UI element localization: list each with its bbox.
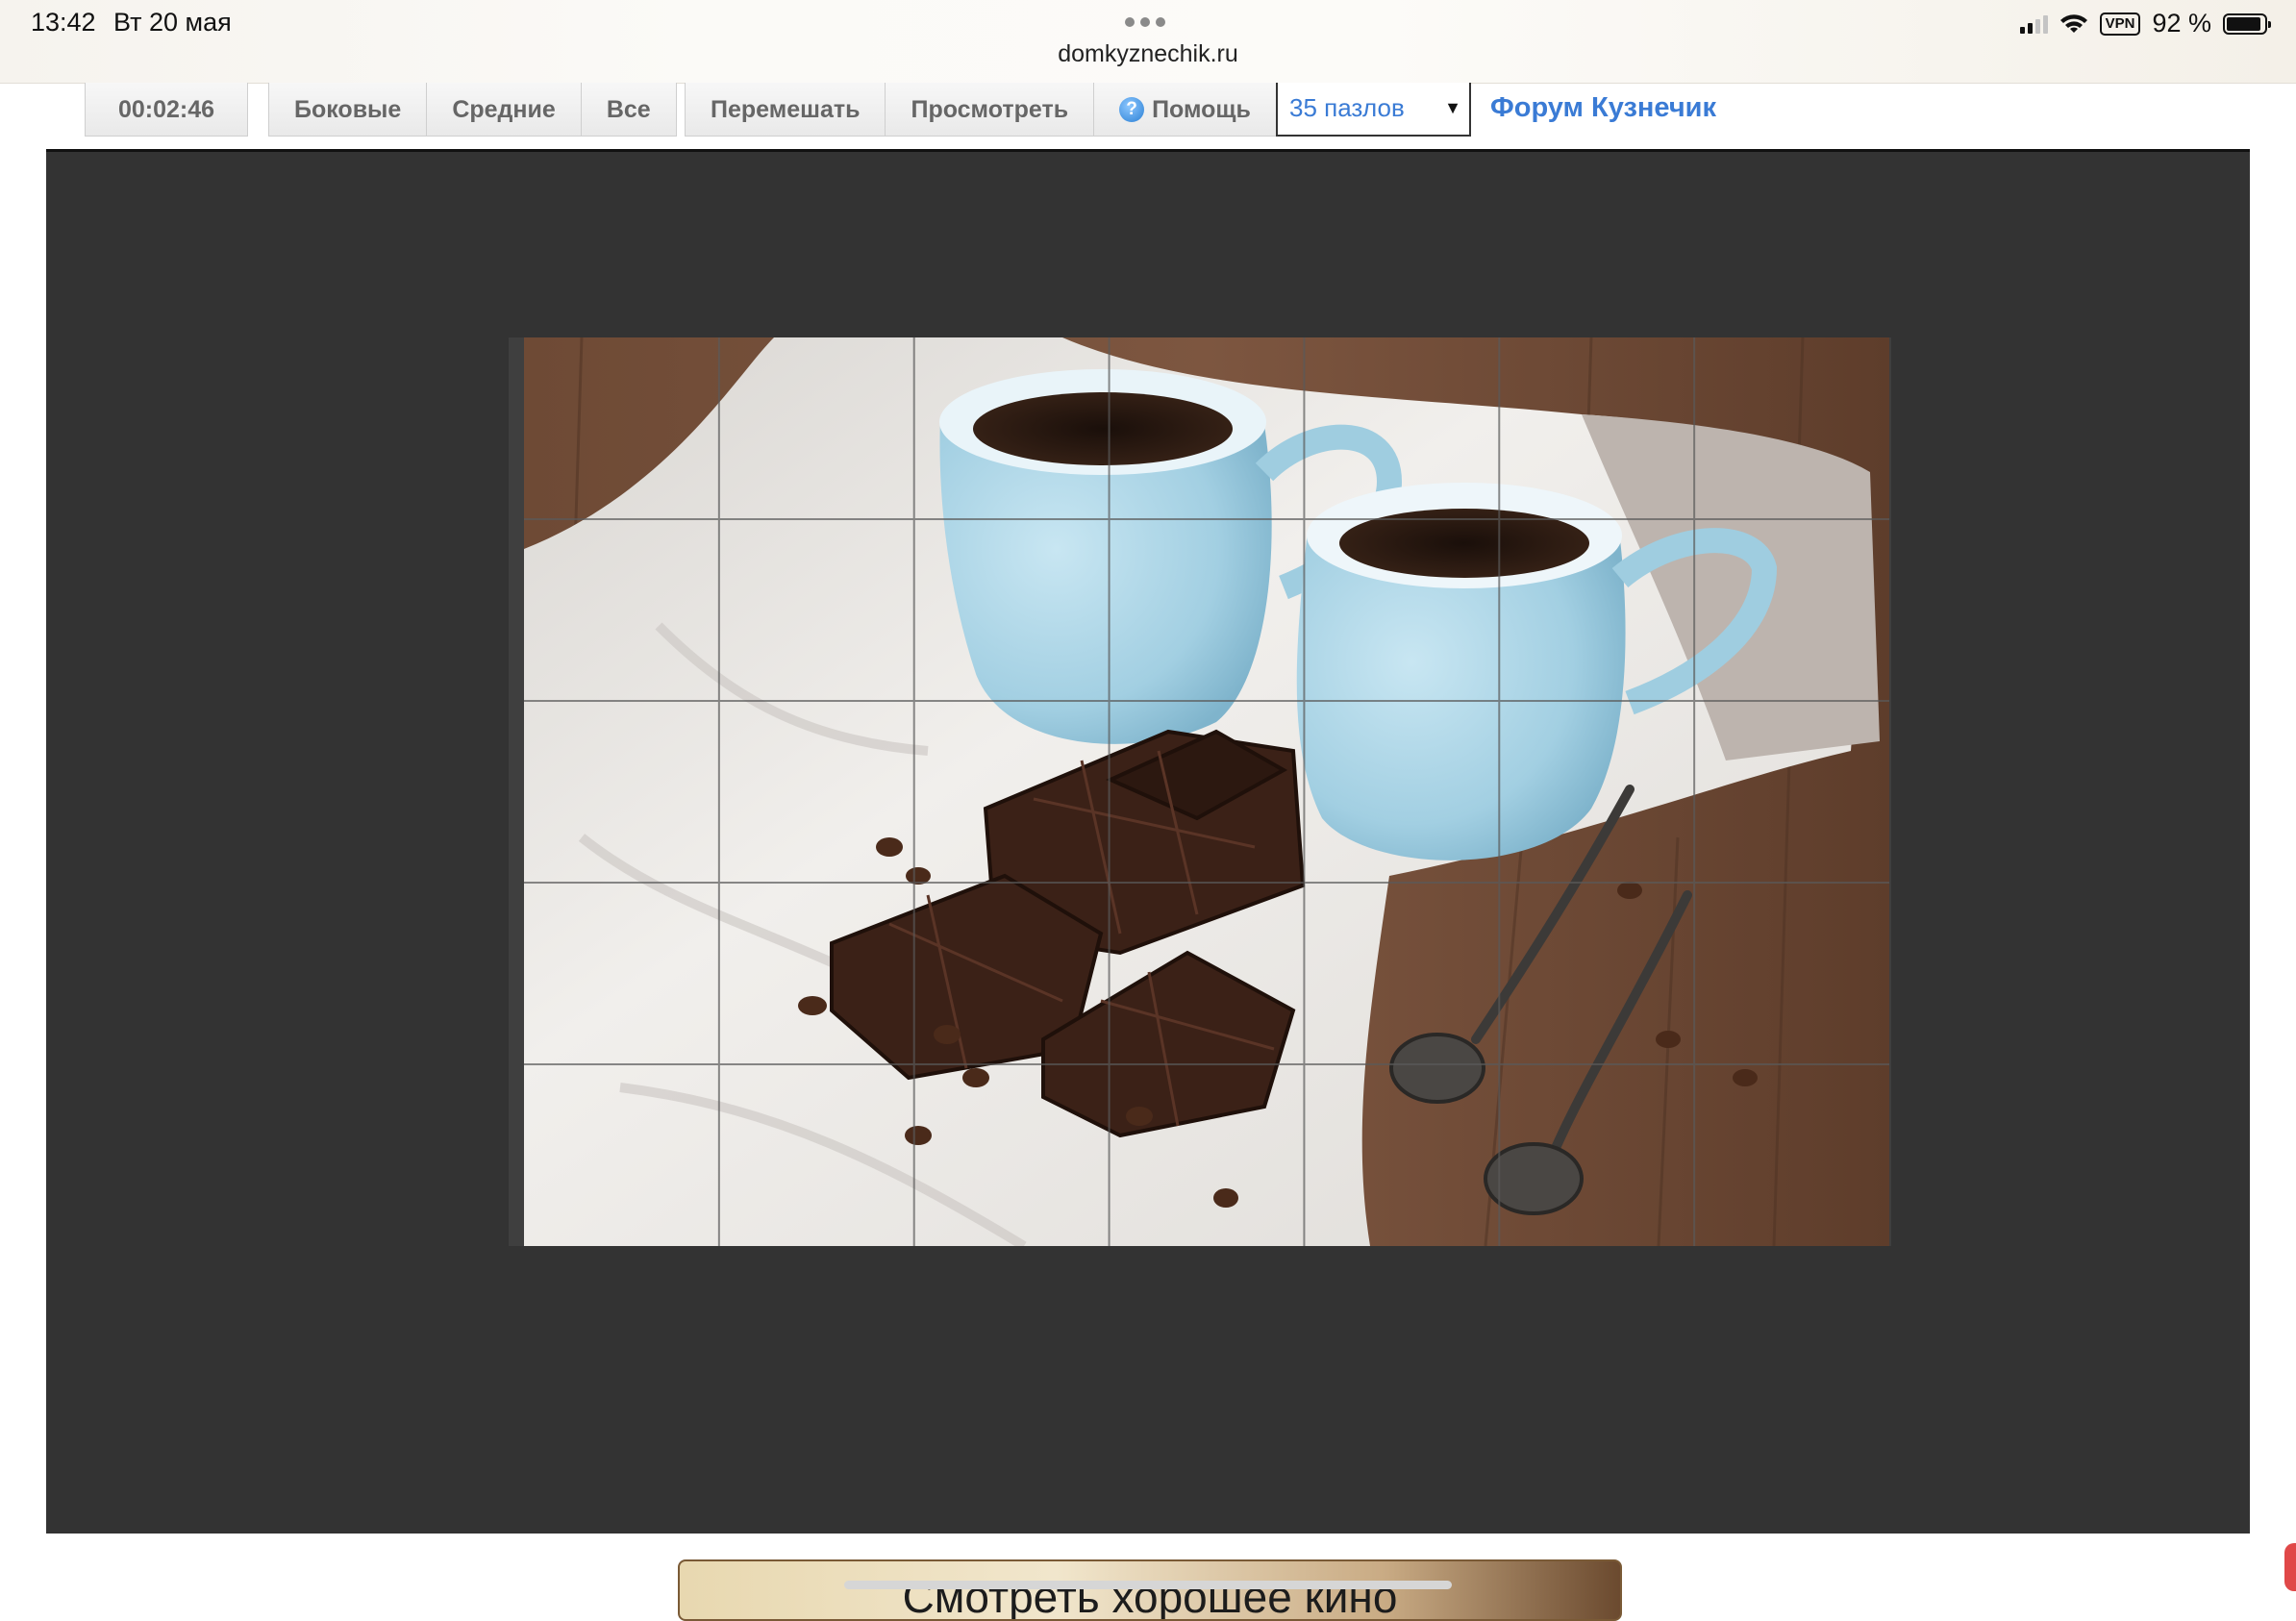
cellular-signal-icon [2019, 14, 2048, 34]
promo-banner[interactable]: Смотреть хорошее кино [678, 1559, 1622, 1621]
preview-button[interactable]: Просмотреть [886, 83, 1095, 137]
shuffle-button[interactable]: Перемешать [686, 83, 886, 137]
status-time: 13:42 [31, 8, 96, 37]
status-indicators: VPN 92 % [2019, 9, 2271, 38]
vpn-badge: VPN [2099, 12, 2141, 36]
battery-percent: 92 % [2152, 9, 2211, 37]
edge-pieces-button[interactable]: Боковые [269, 83, 428, 137]
help-button[interactable]: ? Помощь [1094, 83, 1276, 137]
forum-link[interactable]: Форум Кузнечик [1490, 92, 1716, 124]
all-pieces-button[interactable]: Все [582, 83, 676, 137]
action-button-group: Перемешать Просмотреть ? Помощь [685, 83, 1277, 137]
battery-icon [2223, 12, 2271, 35]
wifi-icon [2059, 13, 2087, 33]
home-indicator[interactable] [844, 1581, 1452, 1589]
status-bar: 13:42 Вт 20 мая domkyznechik.ru VPN 92 % [0, 0, 2296, 84]
filter-button-group: Боковые Средние Все [268, 83, 677, 137]
more-dots-icon[interactable] [1125, 17, 1165, 27]
dropdown-arrow-icon: ▼ [1444, 98, 1461, 117]
middle-pieces-button[interactable]: Средние [427, 83, 582, 137]
address-bar-url[interactable]: domkyznechik.ru [0, 40, 2296, 68]
side-tab[interactable] [2284, 1543, 2296, 1591]
help-label: Помощь [1152, 96, 1251, 123]
pieces-count-value: 35 пазлов [1289, 93, 1405, 122]
help-icon: ? [1119, 97, 1145, 122]
pieces-count-select[interactable]: 35 пазлов ▼ [1276, 83, 1471, 137]
puzzle-image[interactable] [524, 337, 1889, 1246]
timer-box: 00:02:46 [85, 83, 248, 137]
puzzle-board[interactable] [46, 149, 2250, 1534]
timer-display: 00:02:46 [117, 96, 215, 123]
status-date: Вт 20 мая [113, 8, 232, 37]
coffee-cups-chocolate-icon [524, 337, 1889, 1246]
